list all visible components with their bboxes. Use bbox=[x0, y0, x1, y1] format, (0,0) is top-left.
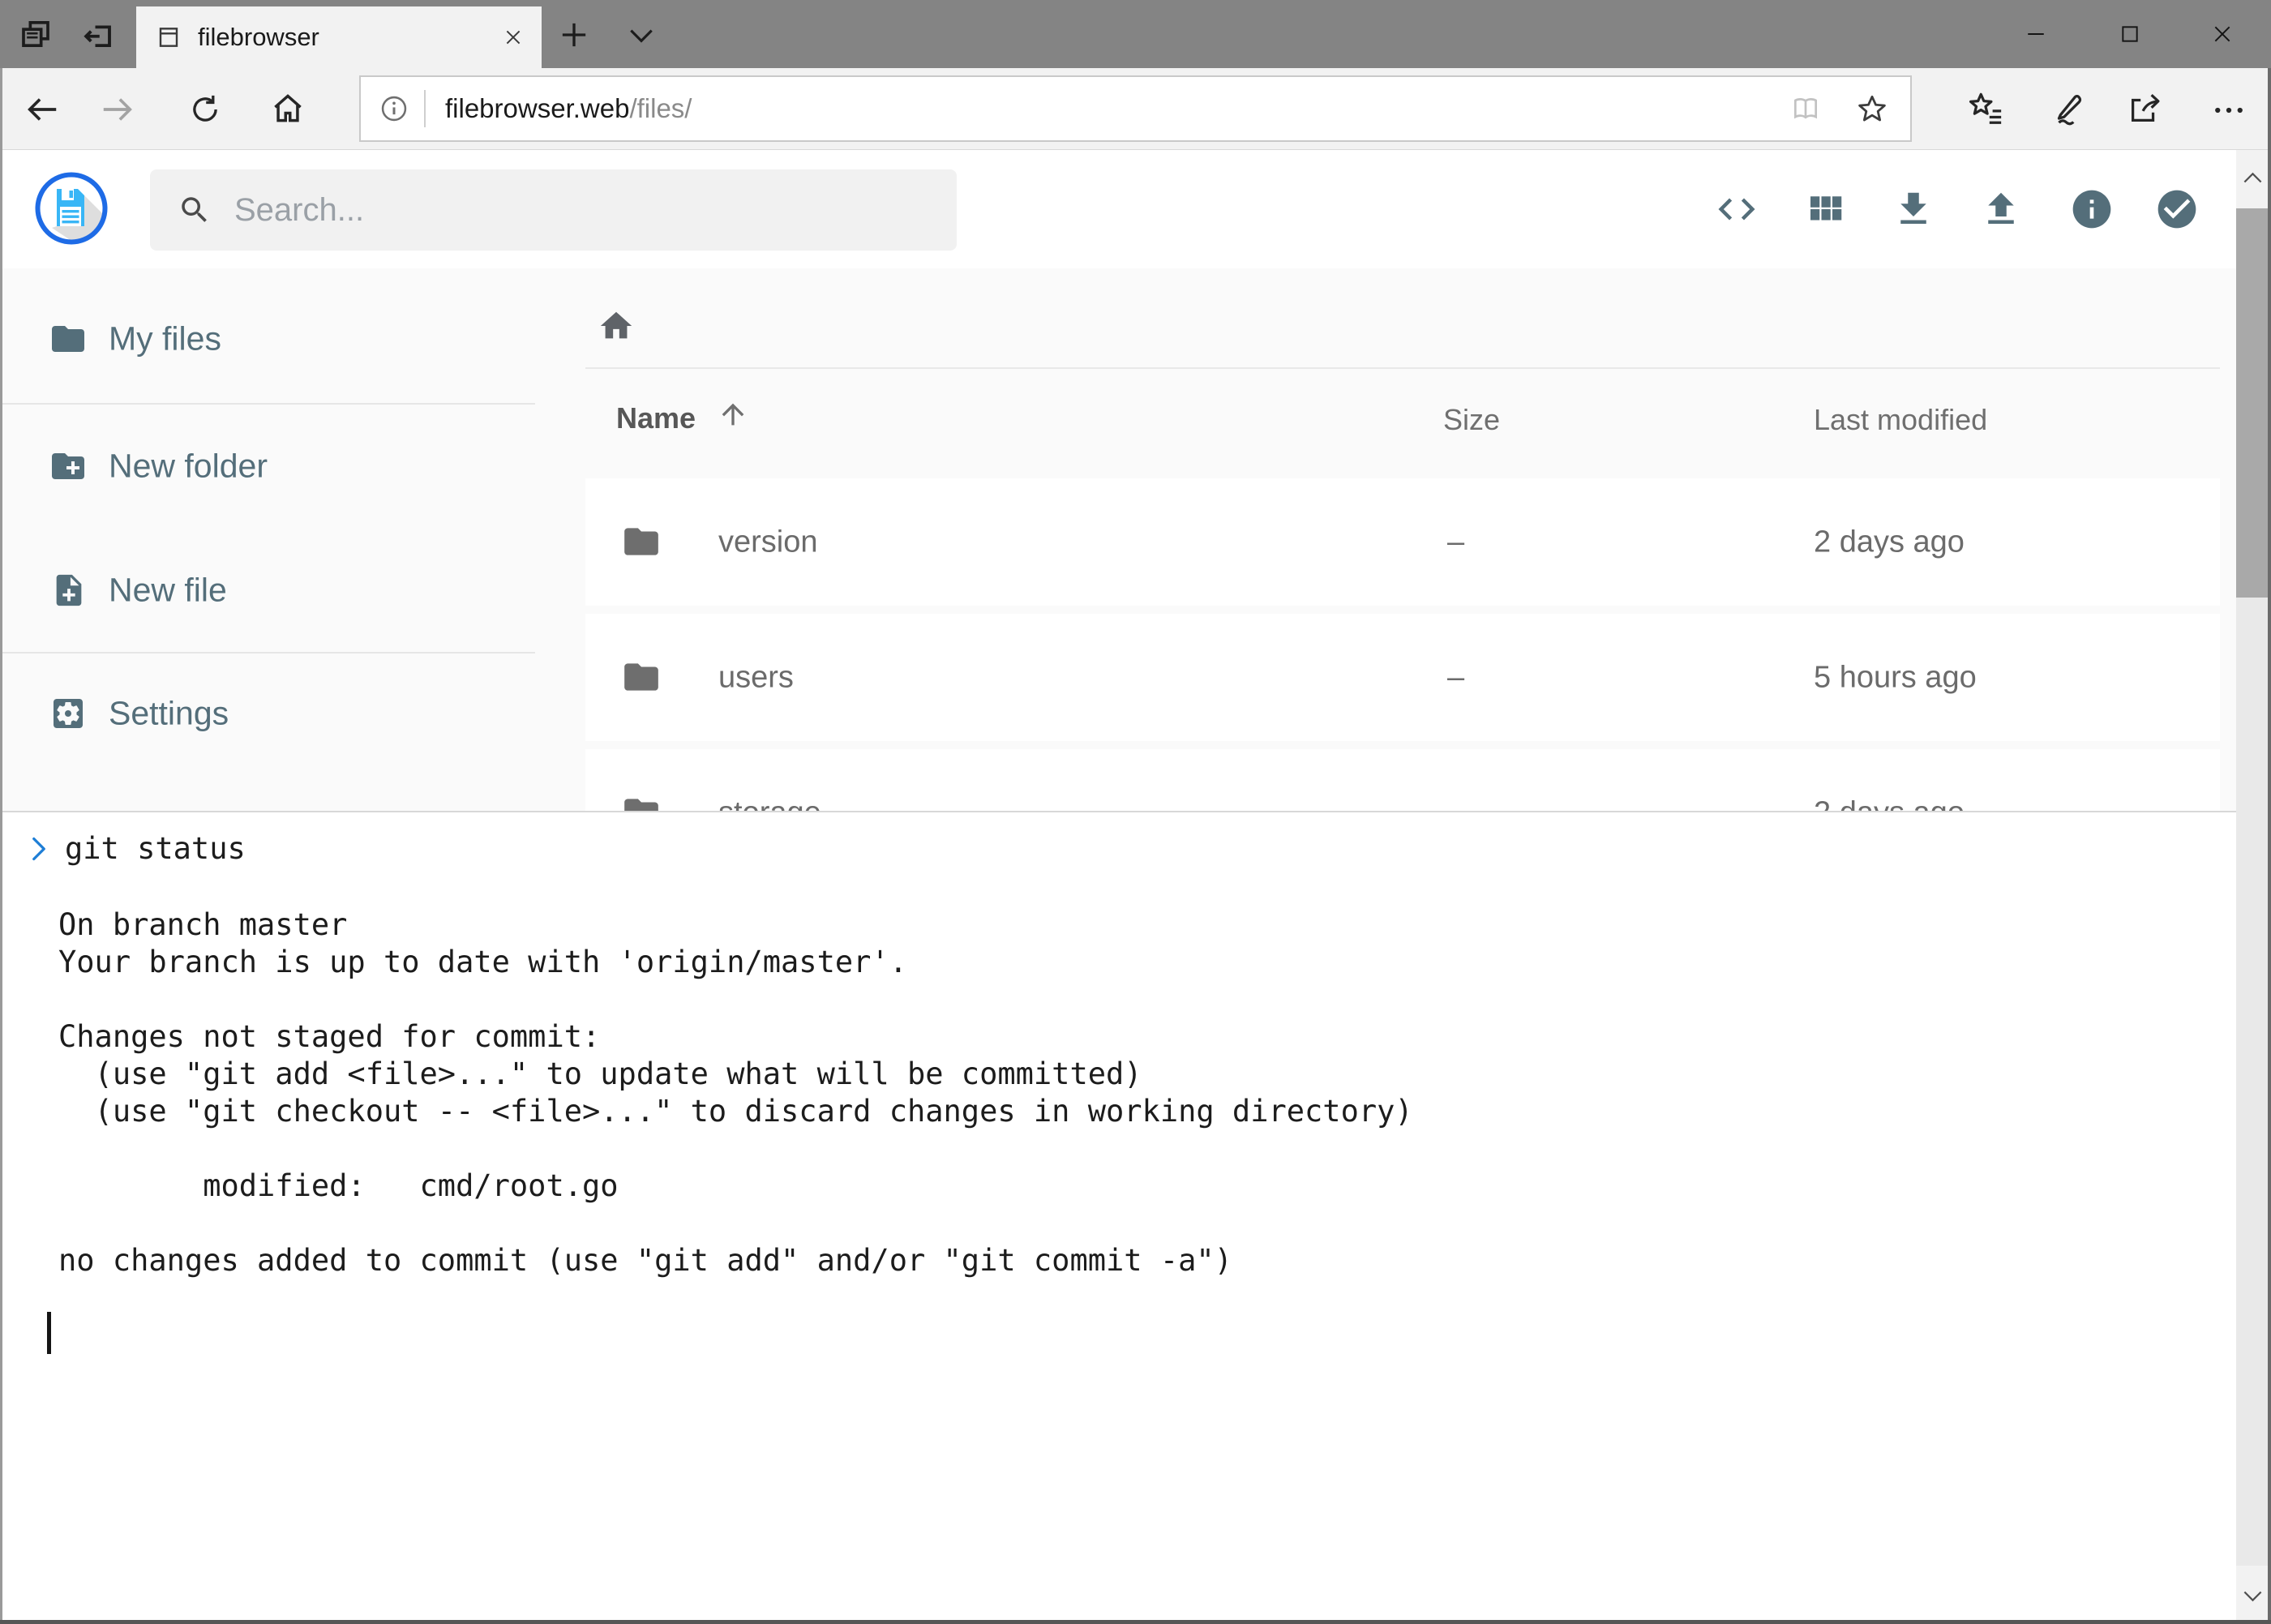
share-icon[interactable] bbox=[2126, 90, 2163, 127]
add-favorite-star-icon[interactable] bbox=[1855, 92, 1889, 126]
file-modified: 5 hours ago bbox=[1814, 660, 1977, 695]
filebrowser-logo bbox=[32, 169, 110, 247]
address-separator bbox=[424, 90, 426, 127]
maximize-window-icon[interactable] bbox=[2119, 24, 2140, 45]
code-view-icon[interactable] bbox=[1715, 187, 1759, 231]
back-icon[interactable] bbox=[24, 91, 61, 128]
sidebar-item-label: My files bbox=[109, 320, 221, 358]
divider bbox=[0, 403, 535, 405]
browser-tab[interactable]: filebrowser bbox=[136, 6, 542, 68]
file-size: – bbox=[1447, 525, 1464, 559]
search-icon bbox=[178, 193, 212, 227]
new-tab-icon[interactable] bbox=[558, 19, 590, 51]
filebrowser-header bbox=[0, 150, 2236, 268]
terminal-cursor bbox=[47, 1312, 51, 1354]
scrollbar[interactable] bbox=[2236, 150, 2269, 1624]
download-icon[interactable] bbox=[1892, 187, 1935, 231]
hub-favorites-icon[interactable] bbox=[1967, 90, 2004, 127]
terminal-pane[interactable]: git status On branch master Your branch … bbox=[0, 811, 2236, 1624]
sidebar-item-new-file[interactable]: New file bbox=[0, 542, 535, 639]
sidebar-item-new-folder[interactable]: New folder bbox=[0, 418, 535, 515]
search-input[interactable] bbox=[233, 191, 868, 229]
settings-gear-icon bbox=[49, 694, 88, 733]
grid-view-icon[interactable] bbox=[1803, 187, 1847, 231]
tab-preview-icon[interactable] bbox=[19, 18, 52, 50]
forward-icon[interactable] bbox=[99, 91, 136, 128]
url-path: /files/ bbox=[629, 93, 692, 124]
minimize-window-icon[interactable] bbox=[2025, 24, 2046, 45]
new-file-icon bbox=[50, 571, 88, 610]
folder-icon bbox=[621, 657, 662, 697]
divider bbox=[0, 652, 535, 653]
window-left-border bbox=[0, 68, 2, 1624]
close-window-icon[interactable] bbox=[2212, 24, 2233, 45]
folder-icon bbox=[49, 319, 88, 358]
sidebar-item-my-files[interactable]: My files bbox=[0, 290, 535, 388]
browser-navbar: filebrowser.web /files/ bbox=[0, 68, 2271, 150]
browser-titlebar: filebrowser bbox=[0, 0, 2271, 68]
chevron-up-icon bbox=[2242, 169, 2264, 188]
more-menu-icon[interactable] bbox=[2211, 92, 2247, 128]
sidebar-item-label: Settings bbox=[109, 695, 229, 733]
column-header-size[interactable]: Size bbox=[1443, 403, 1500, 437]
prompt-chevron-icon bbox=[27, 833, 51, 864]
divider bbox=[585, 367, 2220, 369]
tabs-menu-chevron-icon[interactable] bbox=[626, 24, 657, 47]
upload-icon[interactable] bbox=[1979, 187, 2023, 231]
sidebar-item-settings[interactable]: Settings bbox=[0, 665, 535, 762]
window-right-border bbox=[2268, 68, 2271, 1624]
screen: filebrowser bbox=[0, 0, 2271, 1624]
reading-view-icon bbox=[1789, 93, 1823, 124]
file-name: users bbox=[718, 660, 794, 695]
url-host: filebrowser.web bbox=[445, 93, 629, 124]
sidebar-item-label: New folder bbox=[109, 448, 268, 486]
tab-title: filebrowser bbox=[198, 23, 319, 52]
file-row-version[interactable]: version – 2 days ago bbox=[585, 478, 2220, 606]
set-tabs-aside-icon[interactable] bbox=[81, 18, 115, 52]
scrollbar-thumb[interactable] bbox=[2236, 208, 2269, 598]
new-folder-icon bbox=[49, 447, 88, 486]
chevron-down-icon bbox=[2242, 1586, 2264, 1605]
address-bar[interactable]: filebrowser.web /files/ bbox=[359, 75, 1912, 142]
info-icon[interactable] bbox=[2069, 186, 2115, 232]
file-name: version bbox=[718, 525, 818, 559]
annotate-pen-icon[interactable] bbox=[2049, 90, 2086, 127]
file-row-users[interactable]: users – 5 hours ago bbox=[585, 614, 2220, 741]
scrollbar-down-button[interactable] bbox=[2236, 1566, 2269, 1624]
column-header-modified[interactable]: Last modified bbox=[1814, 403, 1987, 437]
column-header-name[interactable]: Name bbox=[616, 401, 696, 435]
file-size: – bbox=[1447, 660, 1464, 695]
refresh-icon[interactable] bbox=[188, 92, 222, 126]
scrollbar-up-button[interactable] bbox=[2236, 150, 2269, 208]
terminal-output: On branch master Your branch is up to da… bbox=[58, 906, 1413, 1279]
breadcrumb-home-icon[interactable] bbox=[598, 307, 635, 345]
site-info-icon[interactable] bbox=[379, 93, 409, 124]
select-check-icon[interactable] bbox=[2154, 186, 2200, 232]
home-nav-icon[interactable] bbox=[270, 90, 306, 127]
window-bottom-border bbox=[0, 1620, 2271, 1624]
file-modified: 2 days ago bbox=[1814, 525, 1965, 559]
sort-ascending-icon[interactable] bbox=[717, 398, 749, 431]
sidebar-item-label: New file bbox=[109, 572, 227, 610]
terminal-command: git status bbox=[65, 830, 246, 868]
page-icon bbox=[156, 24, 182, 50]
folder-icon bbox=[621, 521, 662, 562]
tab-close-icon[interactable] bbox=[503, 27, 524, 48]
search-box[interactable] bbox=[150, 169, 957, 251]
